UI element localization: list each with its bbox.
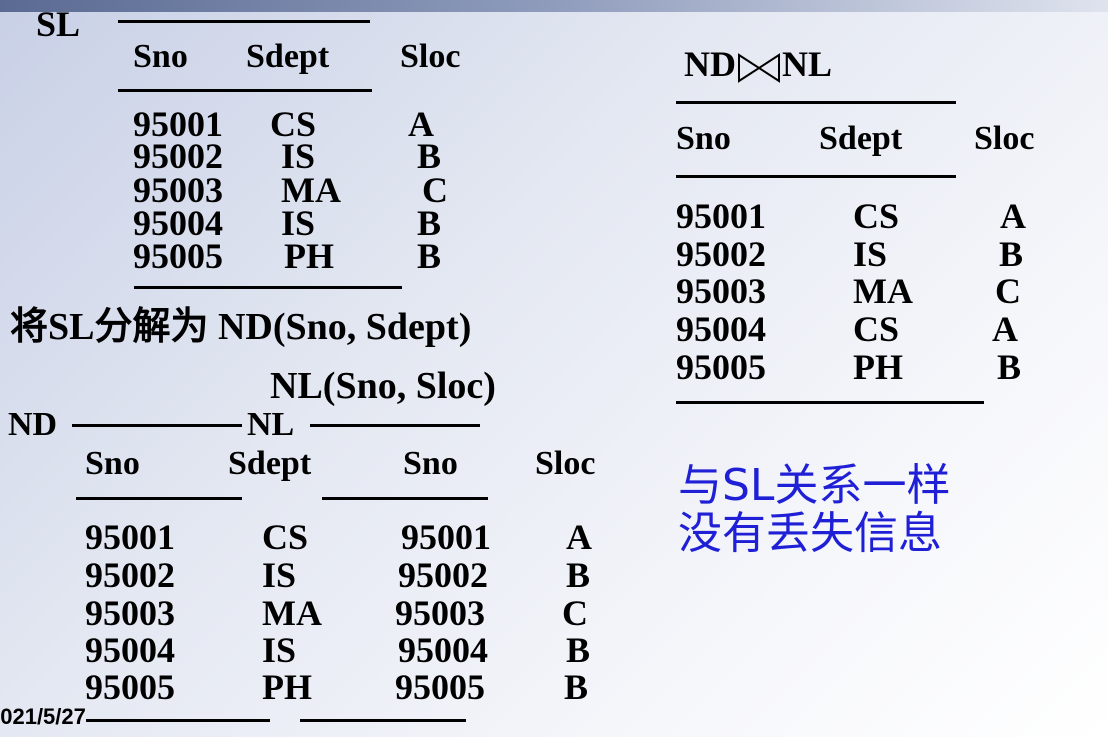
join-header-sdept: Sdept: [819, 120, 903, 157]
nl-header-rule: [322, 497, 488, 500]
nd-header-rule: [76, 497, 242, 500]
join-header-sloc: Sloc: [974, 120, 1035, 157]
nd-cell: CS: [262, 517, 309, 557]
nl-cell: C: [562, 593, 588, 633]
nl-cell: 95003: [395, 593, 485, 633]
nd-cell: 95002: [85, 555, 175, 595]
nl-cell: 95001: [401, 517, 491, 557]
sl-bottom-rule: [134, 286, 402, 289]
join-cell: C: [995, 271, 1021, 311]
sl-cell: B: [417, 236, 442, 276]
nl-header-sloc: Sloc: [535, 445, 596, 482]
join-cell: CS: [853, 309, 900, 349]
decomposition-line-2: NL(Sno, Sloc): [270, 365, 496, 407]
nd-cell: 95003: [85, 593, 175, 633]
join-top-rule: [676, 101, 956, 104]
nd-bottom-rule: [86, 719, 270, 722]
join-header-rule: [676, 175, 956, 178]
nl-cell: 95004: [398, 630, 488, 670]
nl-cell: B: [566, 630, 591, 670]
join-bottom-rule: [676, 401, 984, 404]
join-right-name: NL: [782, 44, 833, 84]
join-cell: 95005: [676, 347, 766, 387]
nd-cell: IS: [262, 555, 297, 595]
join-cell: 95004: [676, 309, 766, 349]
nl-cell: B: [566, 555, 591, 595]
sl-cell: 95005: [133, 236, 223, 276]
nd-header-sdept: Sdept: [228, 445, 312, 482]
join-left-name: ND: [684, 44, 736, 84]
sl-header-sloc: Sloc: [400, 38, 461, 75]
nd-cell: 95004: [85, 630, 175, 670]
join-cell: B: [997, 347, 1022, 387]
sl-cell: B: [417, 136, 442, 176]
nl-cell: 95002: [398, 555, 488, 595]
nd-cell: PH: [262, 667, 312, 707]
join-cell: IS: [853, 234, 888, 274]
top-decor-bar: [0, 0, 1108, 12]
sl-header-sdept: Sdept: [246, 38, 330, 75]
sl-cell: 95002: [133, 136, 223, 176]
nl-bottom-rule: [300, 719, 466, 722]
nl-title: NL: [247, 406, 295, 443]
natural-join-icon: [738, 52, 780, 83]
join-cell: 95001: [676, 196, 766, 236]
join-cell: B: [999, 234, 1024, 274]
note-line-1: 与SL关系一样: [678, 460, 951, 511]
decomposition-line-1: 将SL分解为 ND(Sno, Sdept): [10, 306, 472, 348]
join-header-sno: Sno: [676, 120, 731, 157]
nd-header-sno: Sno: [85, 445, 140, 482]
join-cell: CS: [853, 196, 900, 236]
sl-cell: PH: [284, 236, 334, 276]
nd-cell: IS: [262, 630, 297, 670]
join-cell: 95002: [676, 234, 766, 274]
nl-cell: A: [566, 517, 592, 557]
nl-header-sno: Sno: [403, 445, 458, 482]
join-cell: A: [1000, 196, 1026, 236]
nd-top-rule: [72, 424, 242, 427]
nl-top-rule: [310, 424, 480, 427]
sl-title: SL: [36, 4, 81, 44]
sl-header-rule: [118, 89, 372, 92]
nl-cell: 95005: [395, 667, 485, 707]
sl-cell: IS: [281, 136, 316, 176]
nd-title: ND: [8, 406, 58, 443]
join-cell: MA: [853, 271, 913, 311]
nd-cell: 95001: [85, 517, 175, 557]
join-cell: PH: [853, 347, 903, 387]
sl-top-rule: [118, 20, 370, 23]
note-line-2: 没有丢失信息: [678, 508, 942, 559]
join-cell: A: [992, 309, 1018, 349]
join-cell: 95003: [676, 271, 766, 311]
join-title: ND NL: [684, 46, 832, 84]
slide-date: 2021/5/27: [0, 704, 86, 729]
nd-cell: 95005: [85, 667, 175, 707]
nl-cell: B: [564, 667, 589, 707]
nd-cell: MA: [262, 593, 322, 633]
sl-header-sno: Sno: [133, 38, 188, 75]
